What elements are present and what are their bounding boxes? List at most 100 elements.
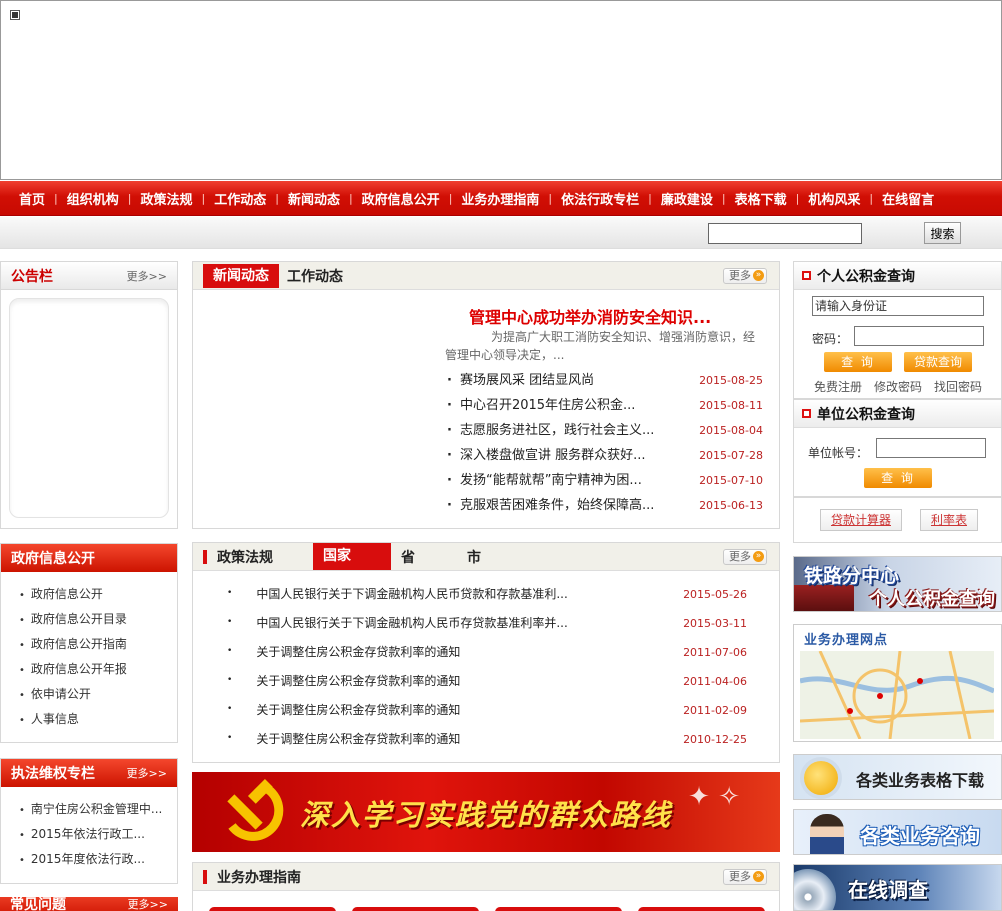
- news-row-title: 志愿服务进社区，践行社会主义...: [447, 418, 654, 443]
- loan-query-button[interactable]: 贷款查询: [904, 352, 972, 372]
- nav-item[interactable]: 组织机构: [58, 189, 128, 208]
- forms-download-banner[interactable]: 各类业务表格下载: [793, 754, 1002, 800]
- law-title: 执法维权专栏: [11, 766, 95, 782]
- id-number-input[interactable]: 请输入身份证: [812, 296, 984, 316]
- nav-item[interactable]: 廉政建设: [652, 189, 722, 208]
- policy-row-date: 2011-02-09: [683, 704, 747, 717]
- forms-icon: [804, 761, 838, 795]
- survey-banner-text: 在线调查: [848, 878, 928, 902]
- news-headline[interactable]: 管理中心成功举办消防安全知识...: [469, 304, 711, 328]
- policy-row-title: 中国人民银行关于下调金融机构人民币贷款和存款基准利...: [227, 580, 567, 609]
- gov-info-item[interactable]: 依申请公开: [19, 682, 177, 707]
- personal-query-button[interactable]: 查 询: [824, 352, 892, 372]
- guide-more-button[interactable]: 更多: [723, 869, 767, 885]
- nav-item[interactable]: 在线留言: [873, 189, 943, 208]
- nav-item[interactable]: 表格下载: [726, 189, 796, 208]
- nav-item[interactable]: 机构风采: [799, 189, 869, 208]
- gov-info-item[interactable]: 政府信息公开目录: [19, 607, 177, 632]
- policy-marker: [203, 549, 207, 564]
- rate-table-label: 利率表: [930, 513, 967, 527]
- policy-row-date: 2011-07-06: [683, 646, 747, 659]
- law-item[interactable]: 2015年度依法行政...: [19, 847, 177, 872]
- policy-row-title: 关于调整住房公积金存贷款利率的通知: [227, 667, 460, 696]
- tab-province[interactable]: 省: [391, 547, 467, 567]
- tab-national[interactable]: 国家: [313, 543, 391, 570]
- tab-city[interactable]: 市: [467, 547, 489, 567]
- gov-info-header: 政府信息公开: [1, 544, 177, 572]
- unit-account-input[interactable]: [876, 438, 986, 458]
- policy-row-title: 关于调整住房公积金存贷款利率的通知: [227, 638, 460, 667]
- register-link[interactable]: 免费注册: [814, 378, 862, 395]
- consult-banner[interactable]: 各类业务咨询: [793, 809, 1002, 855]
- notice-title: 公告栏: [11, 268, 53, 285]
- gov-info-panel: 政府信息公开 政府信息公开 政府信息公开目录 政府信息公开指南 政府信息公开年报…: [0, 543, 178, 743]
- main-nav: 首页 | 组织机构 | 政策法规 | 工作动态 | 新闻动态 | 政府信息公开 | 业务办理指南 | 依法行…: [0, 181, 1002, 216]
- news-panel: 新闻动态 工作动态 更多 管理中心成功举办消防安全知识... 为提高广大职工消防…: [192, 261, 780, 529]
- policy-row[interactable]: 中国人民银行关于下调金融机构人民币存贷款基准利率并... 2015-03-11: [227, 609, 747, 638]
- outlets-map-banner[interactable]: 业务办理网点: [793, 624, 1002, 742]
- news-more-button[interactable]: 更多: [723, 268, 767, 284]
- party-banner[interactable]: 深入学习实践党的群众路线 ✦ ✧: [192, 772, 780, 852]
- gov-info-item[interactable]: 政府信息公开: [19, 582, 177, 607]
- change-password-link[interactable]: 修改密码: [874, 378, 922, 395]
- dove-decoration-icon: ✦ ✧: [688, 782, 740, 812]
- gov-info-item[interactable]: 政府信息公开指南: [19, 632, 177, 657]
- square-bullet-icon: [802, 409, 811, 418]
- unit-query-panel: 单位公积金查询 单位帐号： 查 询: [793, 399, 1002, 497]
- nav-item[interactable]: 依法行政专栏: [552, 189, 648, 208]
- square-bullet-icon: [802, 271, 811, 280]
- personal-query-header: 个人公积金查询: [794, 262, 1001, 290]
- gov-info-item[interactable]: 政府信息公开年报: [19, 657, 177, 682]
- recover-password-link[interactable]: 找回密码: [934, 378, 982, 395]
- news-header: 新闻动态 工作动态 更多: [193, 262, 779, 290]
- news-row-title: 克服艰苦困难条件，始终保障高...: [447, 493, 654, 518]
- law-item[interactable]: 2015年依法行政工...: [19, 822, 177, 847]
- news-photo: [203, 302, 433, 472]
- policy-row[interactable]: 关于调整住房公积金存贷款利率的通知 2011-04-06: [227, 667, 747, 696]
- survey-banner[interactable]: 在线调查: [793, 864, 1002, 911]
- gov-info-item[interactable]: 人事信息: [19, 707, 177, 732]
- nav-item[interactable]: 工作动态: [205, 189, 275, 208]
- nav-item[interactable]: 首页: [10, 189, 54, 208]
- train-image: [794, 585, 854, 611]
- news-row[interactable]: 克服艰苦困难条件，始终保障高... 2015-06-13: [447, 493, 763, 518]
- news-row[interactable]: 志愿服务进社区，践行社会主义... 2015-08-04: [447, 418, 763, 443]
- policy-row[interactable]: 关于调整住房公积金存贷款利率的通知 2010-12-25: [227, 725, 747, 754]
- law-item[interactable]: 南宁住房公积金管理中...: [19, 797, 177, 822]
- notice-more-link[interactable]: 更多>>: [127, 268, 167, 284]
- news-row[interactable]: 中心召开2015年住房公积金... 2015-08-11: [447, 393, 763, 418]
- news-row-date: 2015-06-13: [699, 499, 763, 512]
- law-more-link[interactable]: 更多>>: [127, 765, 167, 781]
- unit-account-label: 单位帐号：: [808, 446, 869, 460]
- tab-work[interactable]: 工作动态: [279, 266, 351, 286]
- rate-table-button[interactable]: 利率表: [920, 509, 978, 531]
- disc-image: [794, 869, 836, 910]
- policy-title: 政策法规: [217, 549, 273, 566]
- guide-title: 业务办理指南: [217, 869, 301, 886]
- news-row[interactable]: 深入楼盘做宣讲 服务群众获好... 2015-07-28: [447, 443, 763, 468]
- policy-row-date: 2011-04-06: [683, 675, 747, 688]
- personal-query-panel: 个人公积金查询 请输入身份证 密码： 查 询 贷款查询 免费注册 修改密码 找回…: [793, 261, 1002, 399]
- policy-more-button[interactable]: 更多: [723, 549, 767, 565]
- tab-news[interactable]: 新闻动态: [203, 263, 279, 288]
- search-bar: 搜索: [0, 217, 1002, 249]
- railway-query-banner[interactable]: 铁路分中心 个人公积金查询: [793, 556, 1002, 612]
- nav-item[interactable]: 业务办理指南: [452, 189, 548, 208]
- railway-banner-line2: 个人公积金查询: [869, 589, 995, 610]
- railway-banner-line1: 铁路分中心: [804, 565, 900, 587]
- policy-row[interactable]: 关于调整住房公积金存贷款利率的通知 2011-02-09: [227, 696, 747, 725]
- news-row[interactable]: 赛场展风采 团结显风尚 2015-08-25: [447, 368, 763, 393]
- search-input[interactable]: [708, 223, 862, 244]
- nav-item[interactable]: 政策法规: [131, 189, 201, 208]
- news-row[interactable]: 发扬“能帮就帮”南宁精神为困... 2015-07-10: [447, 468, 763, 493]
- faq-more-link[interactable]: 更多>>: [128, 897, 168, 911]
- loan-calculator-button[interactable]: 贷款计算器: [820, 509, 902, 531]
- search-button[interactable]: 搜索: [924, 222, 961, 244]
- password-input[interactable]: [854, 326, 984, 346]
- policy-row[interactable]: 关于调整住房公积金存贷款利率的通知 2011-07-06: [227, 638, 747, 667]
- unit-query-button[interactable]: 查 询: [864, 468, 932, 488]
- nav-item[interactable]: 新闻动态: [279, 189, 349, 208]
- nav-item[interactable]: 政府信息公开: [353, 189, 449, 208]
- policy-row[interactable]: 中国人民银行关于下调金融机构人民币贷款和存款基准利... 2015-05-26: [227, 580, 747, 609]
- news-row-date: 2015-08-11: [699, 399, 763, 412]
